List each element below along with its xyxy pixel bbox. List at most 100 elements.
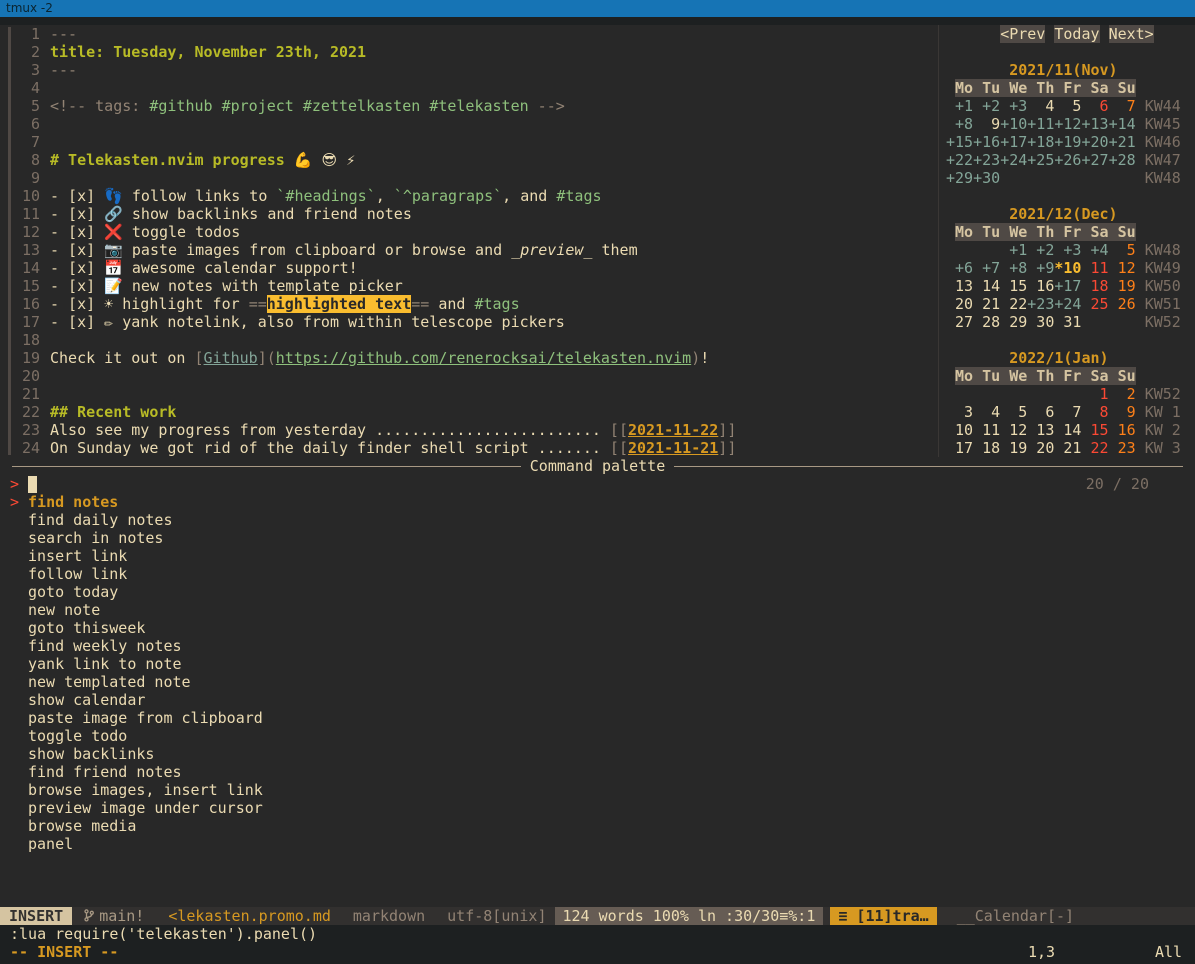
calendar-day[interactable]: +10 [1000, 115, 1027, 133]
editor-line[interactable]: 10- [x] 👣 follow links to `#headings`, `… [0, 187, 938, 205]
command-line[interactable]: :lua require('telekasten').panel() [0, 925, 1195, 943]
calendar-day[interactable]: +18 [1027, 133, 1054, 151]
palette-item[interactable]: find daily notes [0, 511, 1195, 529]
calendar-day[interactable]: +6 [946, 259, 973, 277]
calendar-day[interactable]: 1 [1081, 385, 1108, 403]
calendar-day[interactable]: +8 [946, 115, 973, 133]
calendar-day[interactable]: +16 [973, 133, 1000, 151]
editor-line[interactable]: 2title: Tuesday, November 23th, 2021 [0, 43, 938, 61]
calendar-day[interactable]: +26 [1054, 151, 1081, 169]
editor-line[interactable]: 1--- [0, 25, 938, 43]
calendar-day[interactable]: 11 [1081, 259, 1108, 277]
link[interactable]: https://github.com/renerocksai/telekaste… [276, 349, 691, 367]
calendar-day[interactable]: 19 [1000, 439, 1027, 457]
calendar-day[interactable]: +27 [1081, 151, 1108, 169]
palette-item[interactable]: search in notes [0, 529, 1195, 547]
editor-line[interactable]: 15- [x] 📝 new notes with template picker [0, 277, 938, 295]
palette-item[interactable]: show backlinks [0, 745, 1195, 763]
calendar-day[interactable]: +3 [1000, 97, 1027, 115]
palette-item[interactable]: toggle todo [0, 727, 1195, 745]
editor-line[interactable]: 23Also see my progress from yesterday ..… [0, 421, 938, 439]
calendar-day[interactable]: 7 [1109, 97, 1136, 115]
calendar-day[interactable]: +11 [1027, 115, 1054, 133]
calendar-day[interactable]: 21 [1054, 439, 1081, 457]
calendar-day[interactable]: +7 [973, 259, 1000, 277]
tab-indicator[interactable]: ≡ [11]tra… [830, 907, 936, 925]
calendar-day[interactable]: 15 [1000, 277, 1027, 295]
calendar-day[interactable]: 20 [1027, 439, 1054, 457]
calendar-day[interactable]: 6 [1027, 403, 1054, 421]
palette-item[interactable]: find weekly notes [0, 637, 1195, 655]
calendar-day[interactable]: +3 [1054, 241, 1081, 259]
calendar-day[interactable]: +28 [1109, 151, 1136, 169]
calendar-day[interactable]: +24 [1000, 151, 1027, 169]
editor-line[interactable]: 22## Recent work [0, 403, 938, 421]
calendar-day[interactable]: +4 [1081, 241, 1108, 259]
palette-item[interactable]: preview image under cursor [0, 799, 1195, 817]
editor-line[interactable]: 12- [x] ❌ toggle todos [0, 223, 938, 241]
calendar-day[interactable]: +29 [946, 169, 973, 187]
calendar-day[interactable]: 15 [1081, 421, 1108, 439]
editor-line[interactable]: 5<!-- tags: #github #project #zettelkast… [0, 97, 938, 115]
calendar-day[interactable]: 26 [1109, 295, 1136, 313]
editor-line[interactable]: 17- [x] ✏ yank notelink, also from withi… [0, 313, 938, 331]
calendar-next-button[interactable]: Next> [1109, 25, 1154, 43]
calendar-day[interactable]: 17 [946, 439, 973, 457]
calendar-day[interactable]: 16 [1027, 277, 1054, 295]
calendar-day[interactable]: 22 [1000, 295, 1027, 313]
calendar-day[interactable]: 23 [1109, 439, 1136, 457]
calendar-day[interactable]: 10 [946, 421, 973, 439]
calendar-day[interactable]: 14 [1054, 421, 1081, 439]
palette-item[interactable]: yank link to note [0, 655, 1195, 673]
calendar-day[interactable]: +12 [1054, 115, 1081, 133]
calendar-day[interactable]: 4 [973, 403, 1000, 421]
calendar-day[interactable]: 8 [1081, 403, 1108, 421]
palette-prompt[interactable]: > 20 / 20 [0, 475, 1195, 493]
link[interactable]: Github [204, 349, 258, 367]
calendar-day[interactable]: 18 [973, 439, 1000, 457]
calendar-day[interactable]: 13 [946, 277, 973, 295]
calendar-day[interactable]: 18 [1081, 277, 1108, 295]
calendar-day[interactable]: +2 [1027, 241, 1054, 259]
calendar-day[interactable]: 12 [1000, 421, 1027, 439]
editor-line[interactable]: 3--- [0, 61, 938, 79]
editor-line[interactable]: 19Check it out on [Github](https://githu… [0, 349, 938, 367]
palette-item[interactable]: insert link [0, 547, 1195, 565]
calendar-day[interactable]: +9 [1027, 259, 1054, 277]
calendar-day[interactable]: +8 [1000, 259, 1027, 277]
palette-item[interactable]: goto today [0, 583, 1195, 601]
palette-item[interactable]: paste image from clipboard [0, 709, 1195, 727]
palette-item[interactable]: new templated note [0, 673, 1195, 691]
calendar-day[interactable]: 28 [973, 313, 1000, 331]
calendar-day[interactable]: +17 [1000, 133, 1027, 151]
calendar-day[interactable]: +17 [1054, 277, 1081, 295]
calendar-day[interactable]: 19 [1109, 277, 1136, 295]
calendar-day[interactable]: 13 [1027, 421, 1054, 439]
calendar-day[interactable]: +2 [973, 97, 1000, 115]
calendar-day[interactable]: +20 [1081, 133, 1108, 151]
calendar-day[interactable]: 4 [1027, 97, 1054, 115]
calendar-day[interactable]: 11 [973, 421, 1000, 439]
editor-line[interactable]: 13- [x] 📷 paste images from clipboard or… [0, 241, 938, 259]
editor-line[interactable]: 20 [0, 367, 938, 385]
editor-line[interactable]: 9 [0, 169, 938, 187]
calendar-day[interactable]: 7 [1054, 403, 1081, 421]
editor-line[interactable]: 21 [0, 385, 938, 403]
calendar-day[interactable]: +13 [1081, 115, 1108, 133]
palette-item[interactable]: panel [0, 835, 1195, 853]
palette-item[interactable]: new note [0, 601, 1195, 619]
calendar-day[interactable]: 30 [1027, 313, 1054, 331]
editor-line[interactable]: 8# Telekasten.nvim progress 💪 😎 ⚡ [0, 151, 938, 169]
calendar-day[interactable]: +23 [973, 151, 1000, 169]
calendar-day[interactable]: 3 [946, 403, 973, 421]
palette-item[interactable]: show calendar [0, 691, 1195, 709]
palette-item[interactable]: follow link [0, 565, 1195, 583]
link[interactable]: 2021-11-21 [628, 439, 718, 457]
calendar-day[interactable]: 9 [973, 115, 1000, 133]
calendar-day[interactable]: 2 [1109, 385, 1136, 403]
calendar-day[interactable]: 29 [1000, 313, 1027, 331]
calendar-day[interactable]: +21 [1109, 133, 1136, 151]
calendar-day[interactable]: +14 [1109, 115, 1136, 133]
calendar-day[interactable]: 21 [973, 295, 1000, 313]
editor-line[interactable]: 7 [0, 133, 938, 151]
